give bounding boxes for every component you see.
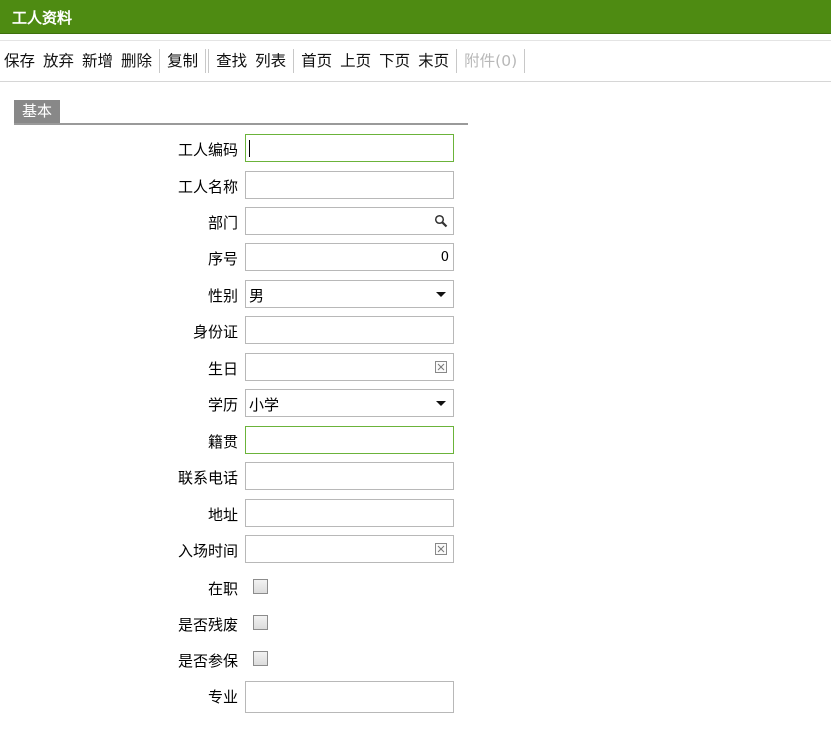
find-button[interactable]: 查找 (212, 47, 251, 75)
birthday-input[interactable] (245, 353, 454, 381)
seq-input[interactable]: 0 (245, 243, 454, 271)
gender-select[interactable]: 男 (245, 280, 454, 308)
attachment-button[interactable]: 附件(0) (460, 47, 521, 75)
seq-label: 序号 (207, 250, 238, 268)
toolbar-divider (456, 49, 458, 73)
worker-code-input[interactable] (245, 134, 454, 162)
delete-button[interactable]: 删除 (117, 47, 156, 75)
discard-button[interactable]: 放弃 (39, 47, 78, 75)
id-card-label: 身份证 (192, 323, 238, 341)
toolbar-divider (159, 49, 161, 73)
add-button[interactable]: 新增 (78, 47, 117, 75)
row-id-card: 身份证 (0, 316, 831, 346)
search-icon[interactable] (434, 214, 448, 228)
row-department: 部门 (0, 207, 831, 237)
toolbar-divider (293, 49, 295, 73)
address-label: 地址 (207, 506, 238, 524)
worker-name-input[interactable] (245, 171, 454, 199)
insured-label: 是否参保 (177, 652, 238, 670)
window-title: 工人资料 (12, 9, 73, 27)
row-address: 地址 (0, 499, 831, 529)
last-page-button[interactable]: 末页 (414, 47, 453, 75)
row-seq: 序号 0 (0, 243, 831, 273)
row-native-place: 籍贯 (0, 426, 831, 456)
row-gender: 性别 男 (0, 280, 831, 310)
gender-label: 性别 (207, 287, 238, 305)
education-select[interactable]: 小学 (245, 389, 454, 417)
disabled-checkbox[interactable] (253, 615, 268, 630)
row-major: 专业 (0, 681, 831, 713)
toolbar-divider (205, 49, 210, 73)
toolbar: 保存 放弃 新增 删除 复制 查找 列表 首页 上页 下页 末页 附件(0) (0, 40, 831, 82)
id-card-input[interactable] (245, 316, 454, 344)
copy-button[interactable]: 复制 (163, 47, 202, 75)
calendar-icon[interactable] (434, 360, 448, 374)
text-caret (249, 140, 250, 157)
employed-label: 在职 (207, 580, 238, 598)
education-label: 学历 (207, 396, 238, 414)
entry-date-input[interactable] (245, 535, 454, 563)
address-input[interactable] (245, 499, 454, 527)
major-label: 专业 (207, 688, 238, 706)
row-education: 学历 小学 (0, 389, 831, 419)
triangle-down-icon[interactable] (434, 287, 448, 301)
row-phone: 联系电话 (0, 462, 831, 492)
row-entry-date: 入场时间 (0, 535, 831, 565)
department-input[interactable] (245, 207, 454, 235)
toolbar-divider (524, 49, 526, 73)
phone-label: 联系电话 (177, 469, 238, 487)
seq-value: 0 (440, 250, 449, 265)
prev-page-button[interactable]: 上页 (336, 47, 375, 75)
education-value: 小学 (249, 396, 280, 414)
disabled-label: 是否残废 (177, 616, 238, 634)
section-basic: 基本 (14, 100, 468, 125)
gender-value: 男 (249, 287, 265, 305)
phone-input[interactable] (245, 462, 454, 490)
row-birthday: 生日 (0, 353, 831, 383)
row-disabled: 是否残废 (0, 609, 831, 639)
first-page-button[interactable]: 首页 (297, 47, 336, 75)
major-input[interactable] (245, 681, 454, 713)
birthday-label: 生日 (207, 360, 238, 378)
row-employed: 在职 (0, 573, 831, 603)
triangle-down-icon[interactable] (434, 396, 448, 410)
row-worker-code: 工人编码 (0, 134, 831, 164)
native-place-label: 籍贯 (207, 433, 238, 451)
employed-checkbox[interactable] (253, 579, 268, 594)
entry-date-label: 入场时间 (177, 542, 238, 560)
list-button[interactable]: 列表 (251, 47, 290, 75)
native-place-input[interactable] (245, 426, 454, 454)
row-insured: 是否参保 (0, 645, 831, 675)
section-tab-basic[interactable]: 基本 (14, 100, 61, 123)
row-worker-name: 工人名称 (0, 171, 831, 201)
department-label: 部门 (207, 214, 238, 232)
worker-code-label: 工人编码 (177, 141, 238, 159)
insured-checkbox[interactable] (253, 651, 268, 666)
save-button[interactable]: 保存 (0, 47, 39, 75)
calendar-icon[interactable] (434, 542, 448, 556)
next-page-button[interactable]: 下页 (375, 47, 414, 75)
title-bar: 工人资料 (0, 0, 831, 34)
worker-name-label: 工人名称 (177, 178, 238, 196)
